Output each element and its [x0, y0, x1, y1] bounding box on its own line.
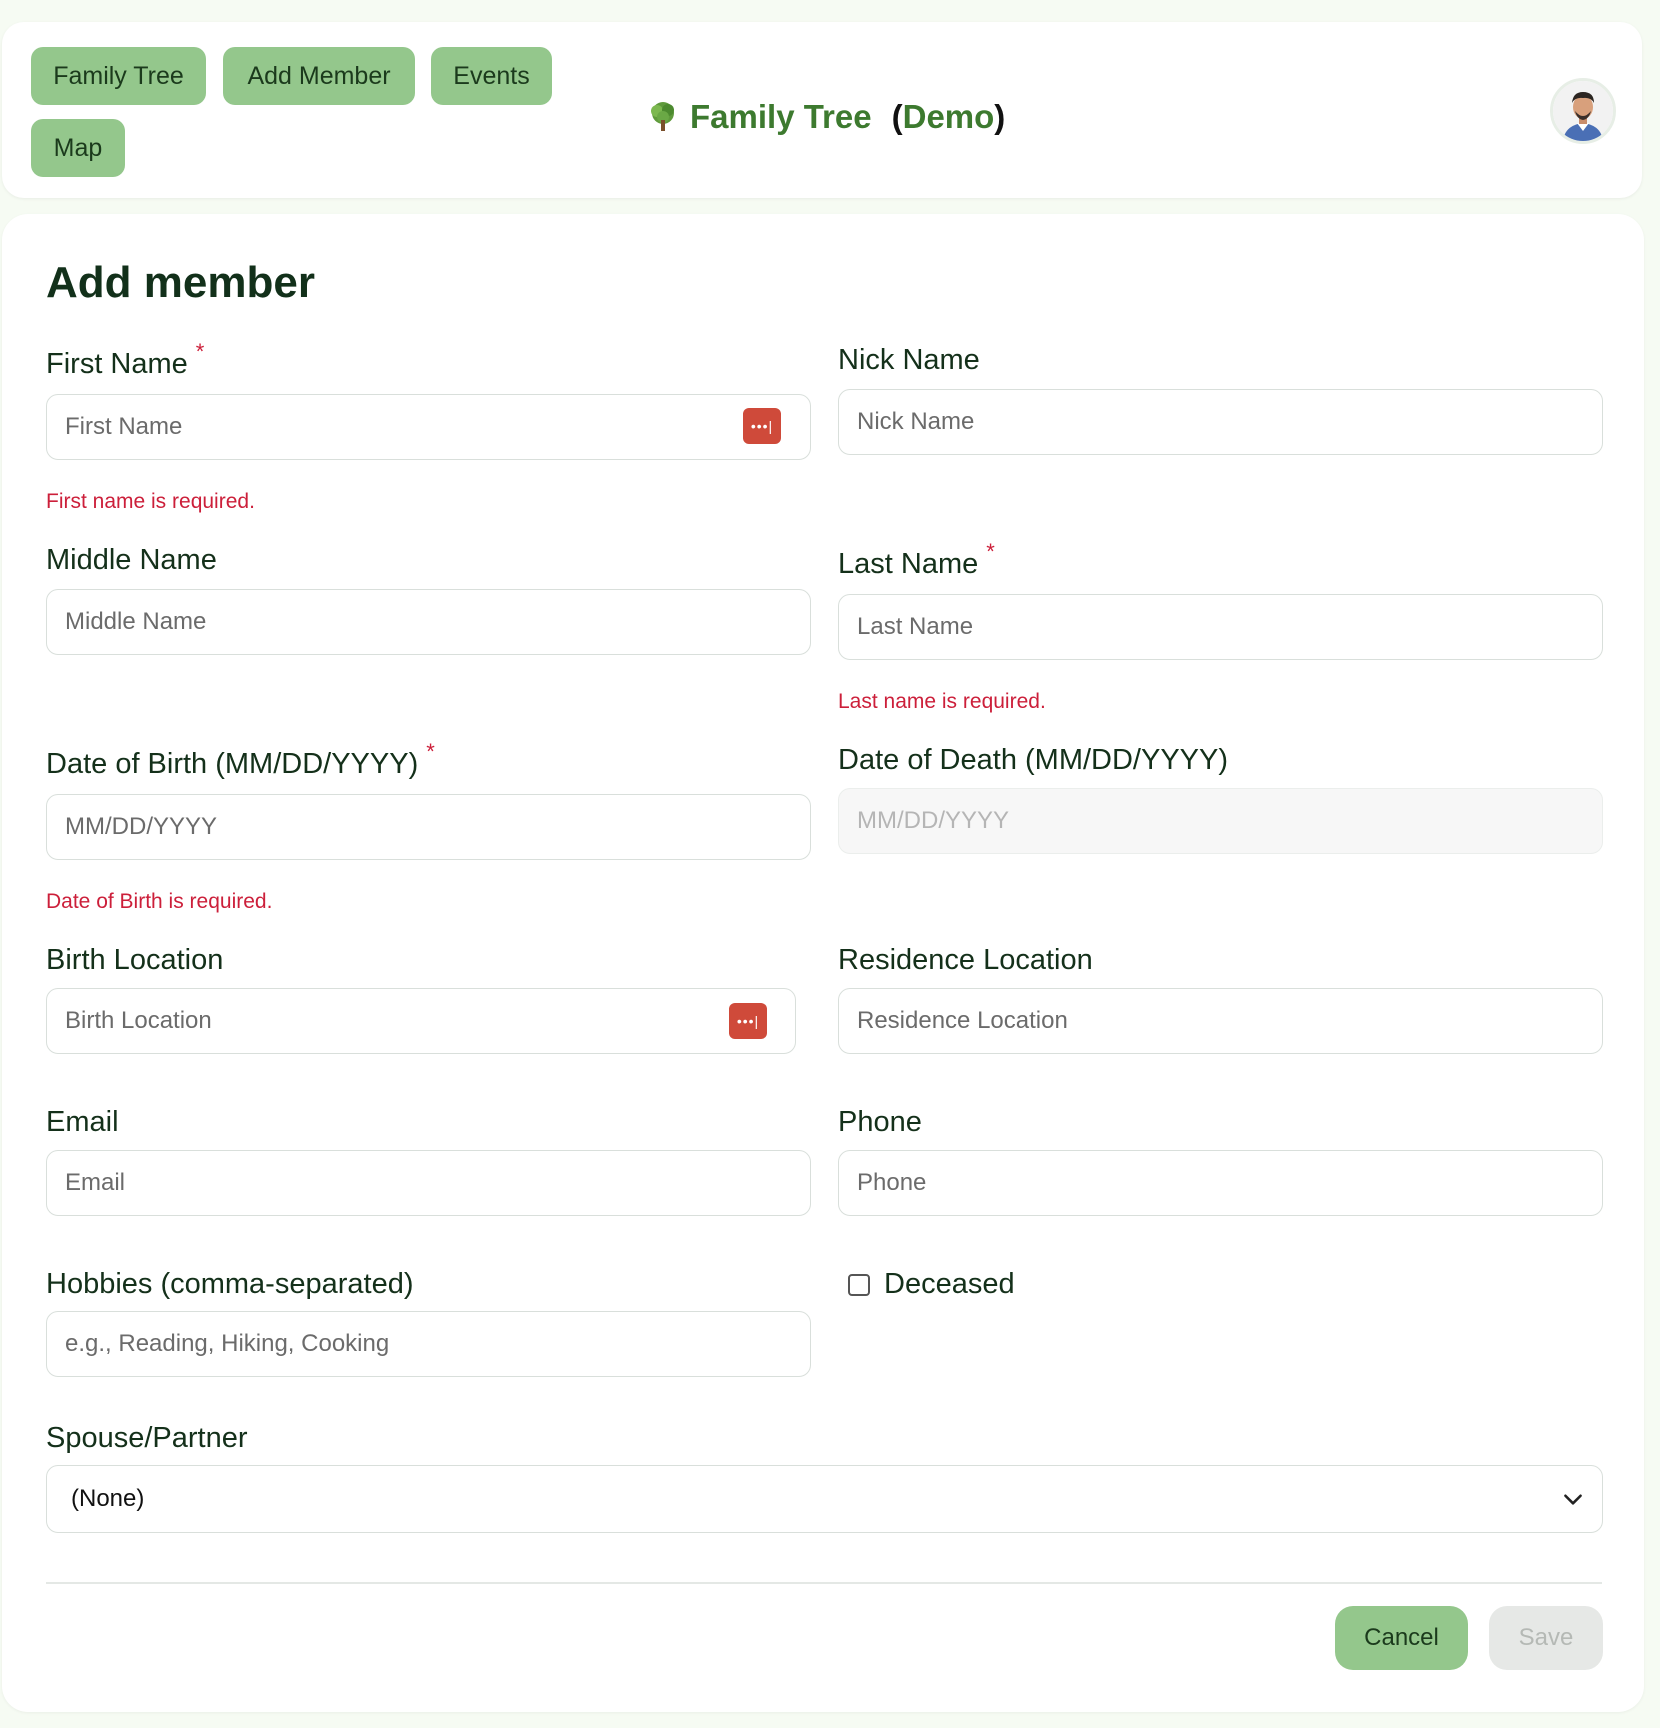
brand-title-group: Family Tree (Demo): [646, 92, 1005, 142]
dob-label-group: Date of Birth (MM/DD/YYYY) *: [46, 739, 435, 781]
nick-name-input[interactable]: [838, 389, 1603, 455]
chevron-down-icon: [1564, 1494, 1582, 1505]
residence-location-label: Residence Location: [838, 944, 1093, 976]
brand-paren-open: (: [891, 98, 903, 135]
dod-input[interactable]: [838, 788, 1603, 854]
dob-error: Date of Birth is required.: [46, 890, 273, 913]
phone-label: Phone: [838, 1106, 922, 1138]
last-name-error: Last name is required.: [838, 690, 1046, 713]
nick-name-label: Nick Name: [838, 344, 980, 376]
first-name-label-group: First Name *: [46, 339, 204, 381]
page-title: Add member: [46, 258, 315, 307]
hobbies-label: Hobbies (comma-separated): [46, 1268, 414, 1300]
residence-location-input[interactable]: [838, 988, 1603, 1054]
brand-paren-close: ): [994, 98, 1006, 135]
middle-name-label: Middle Name: [46, 544, 217, 576]
avatar-portrait-icon: [1553, 81, 1613, 141]
dob-input[interactable]: [46, 794, 811, 860]
birth-location-label: Birth Location: [46, 944, 224, 976]
deceased-checkbox-group: Deceased: [848, 1268, 1015, 1301]
dod-label: Date of Death (MM/DD/YYYY): [838, 744, 1228, 776]
first-name-label: First Name: [46, 348, 188, 380]
dob-label: Date of Birth (MM/DD/YYYY): [46, 748, 419, 780]
deceased-checkbox[interactable]: [848, 1273, 870, 1296]
required-asterisk: *: [195, 339, 205, 364]
user-avatar[interactable]: [1550, 78, 1616, 144]
last-name-label: Last Name: [838, 548, 979, 580]
nav-events-button[interactable]: Events: [431, 47, 552, 105]
required-asterisk: *: [986, 539, 995, 564]
tree-icon: [651, 102, 674, 131]
add-member-card: Add member First Name * •••| First name i…: [2, 214, 1644, 1712]
password-manager-icon[interactable]: •••|: [729, 1003, 767, 1039]
spouse-selected-value: (None): [71, 1485, 145, 1512]
nav-family-tree-button[interactable]: Family Tree: [31, 47, 206, 105]
top-header: Family Tree Add Member Events Map Family…: [2, 22, 1642, 198]
last-name-label-group: Last Name *: [838, 539, 995, 581]
spouse-select[interactable]: (None): [46, 1465, 1603, 1533]
phone-input[interactable]: [838, 1150, 1603, 1216]
brand-demo-label: Demo: [902, 98, 995, 135]
password-manager-icon[interactable]: •••|: [743, 408, 781, 444]
middle-name-input[interactable]: [46, 589, 811, 655]
birth-location-input[interactable]: [46, 988, 796, 1054]
first-name-input[interactable]: [46, 394, 811, 460]
required-asterisk: *: [426, 739, 435, 764]
brand-title: Family Tree: [690, 98, 872, 135]
spouse-label: Spouse/Partner: [46, 1422, 248, 1454]
email-input[interactable]: [46, 1150, 811, 1216]
email-label: Email: [46, 1106, 119, 1138]
hobbies-input[interactable]: [46, 1311, 811, 1377]
save-button[interactable]: Save: [1489, 1606, 1603, 1670]
last-name-input[interactable]: [838, 594, 1603, 660]
deceased-label: Deceased: [884, 1268, 1015, 1300]
nav-map-button[interactable]: Map: [31, 119, 125, 177]
nav-add-member-button[interactable]: Add Member: [223, 47, 415, 105]
first-name-error: First name is required.: [46, 490, 255, 513]
cancel-button[interactable]: Cancel: [1335, 1606, 1468, 1670]
footer-divider: [46, 1582, 1602, 1584]
